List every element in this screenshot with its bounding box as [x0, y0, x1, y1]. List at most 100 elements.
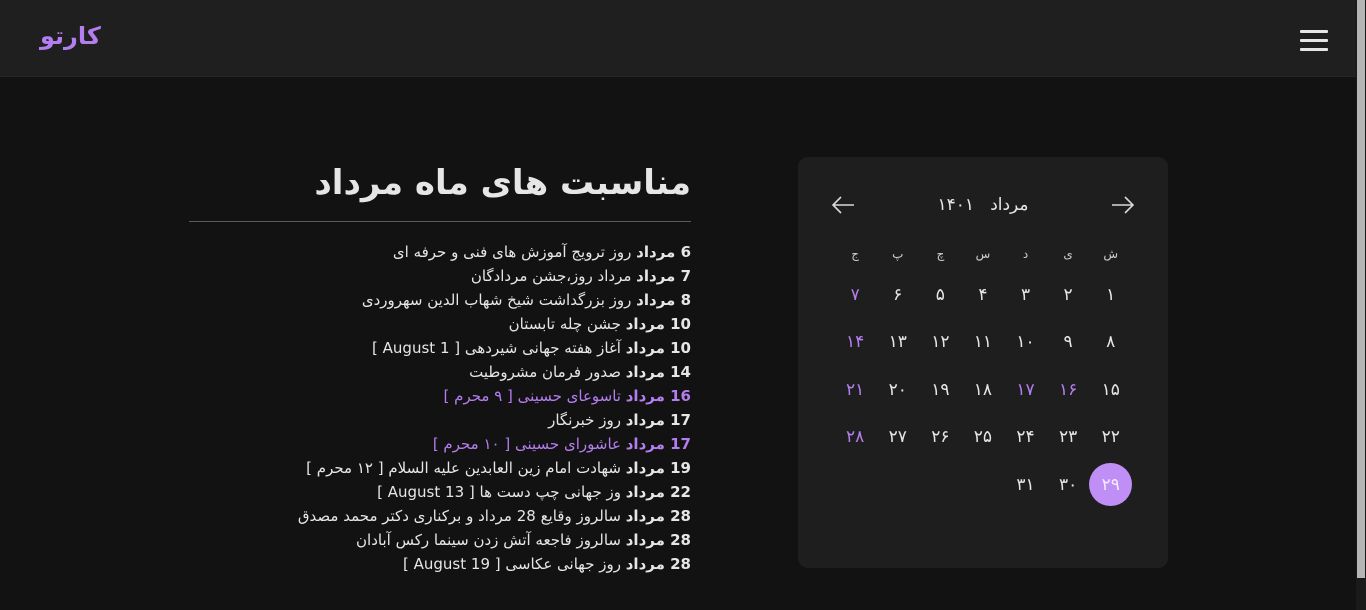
- calendar-day-number: ۵: [935, 284, 945, 305]
- calendar-day-number: ۱۷: [1016, 379, 1035, 400]
- event-item: 16 مرداد تاسوعای حسینی [ ۹ محرم ]: [189, 384, 691, 408]
- calendar-day[interactable]: ۵: [919, 271, 962, 319]
- calendar-day[interactable]: ۲۸: [834, 414, 877, 462]
- event-item: 7 مرداد مرداد روز،جشن مردادگان: [189, 264, 691, 288]
- calendar-day[interactable]: ۳: [1004, 271, 1047, 319]
- calendar-day[interactable]: ۲۳: [1047, 414, 1090, 462]
- calendar-month: مرداد: [990, 195, 1029, 215]
- calendar-day-number: ۲۴: [1016, 427, 1035, 448]
- calendar-day-number: ۱۲: [931, 332, 950, 353]
- calendar-day[interactable]: ۱۱: [962, 319, 1005, 367]
- event-text: روز خبرنگار: [548, 411, 626, 429]
- event-text: روز جهانی عکاسی [ 19 August ]: [403, 555, 626, 573]
- event-text: مرداد روز،جشن مردادگان: [470, 267, 637, 285]
- calendar-day[interactable]: ۱۷: [1004, 366, 1047, 414]
- scrollbar-thumb[interactable]: [1357, 0, 1365, 578]
- event-item: 19 مرداد شهادت امام زین العابدین علیه ال…: [189, 456, 691, 480]
- calendar-day[interactable]: ۳۱: [1004, 461, 1047, 509]
- hamburger-menu-icon[interactable]: [1300, 30, 1328, 52]
- event-item: 10 مرداد جشن چله تابستان: [189, 312, 691, 336]
- weekday-label: ش: [1103, 247, 1119, 261]
- arrow-right-icon[interactable]: [1110, 193, 1136, 217]
- event-text: سالروز فاجعه آتش زدن سینما رکس آبادان: [356, 531, 626, 549]
- event-text: تاسوعای حسینی [ ۹ محرم ]: [443, 387, 626, 405]
- calendar-day-number: ۱۹: [931, 379, 950, 400]
- calendar-day[interactable]: ۱۲: [919, 319, 962, 367]
- calendar-day[interactable]: ۶: [876, 271, 919, 319]
- weekday-label: پ: [892, 247, 904, 261]
- calendar-day-number: ۱۱: [973, 332, 993, 353]
- empty-day-cell: [962, 461, 1005, 509]
- calendar-day[interactable]: ۱۴: [834, 319, 877, 367]
- event-date: 17 مرداد: [625, 411, 691, 429]
- calendar-day[interactable]: ۱: [1089, 271, 1132, 319]
- event-item: 6 مرداد روز ترویج آموزش های فنی و حرفه ا…: [189, 240, 691, 264]
- calendar-day[interactable]: ۲۰: [876, 366, 919, 414]
- calendar-day-number: ۲۱: [846, 379, 865, 400]
- calendar-year: ۱۴۰۱: [937, 195, 974, 215]
- calendar-grid: ش ی د س چ پ ج ۱ ۲ ۳ ۴ ۵ ۶ ۷ ۸ ۹ ۱۰ ۱۱ ۱۲ ۱۳ ۱۴ ۱۵ ۱۶ ۱۷ ۱۸ ۱۹ ۲۰ ۲۱…: [832, 237, 1132, 509]
- event-item: 28 مرداد سالروز وقایع 28 مرداد و برکناری…: [189, 504, 691, 528]
- event-date: 10 مرداد: [625, 339, 691, 357]
- event-item: 28 مرداد سالروز فاجعه آتش زدن سینما رکس …: [189, 528, 691, 552]
- calendar-day[interactable]: ۱۰: [1004, 319, 1047, 367]
- event-text: سالروز وقایع 28 مرداد و برکناری دکتر محم…: [297, 507, 626, 525]
- calendar-day-number: ۲۰: [888, 379, 907, 400]
- calendar-day-number: ۱۳: [888, 332, 907, 353]
- calendar-header: مرداد ۱۴۰۱: [798, 193, 1168, 217]
- weekday-label: د: [1022, 247, 1029, 261]
- calendar-day[interactable]: ۳۰: [1047, 461, 1090, 509]
- calendar-day[interactable]: ۱۸: [962, 366, 1005, 414]
- weekday-label: ی: [1063, 247, 1073, 261]
- calendar-day-number: ۱۸: [973, 379, 993, 400]
- event-text: شهادت امام زین العابدین علیه السلام [ ۱۲…: [306, 459, 626, 477]
- weekday-label: چ: [936, 247, 945, 261]
- event-item: 17 مرداد روز خبرنگار: [189, 408, 691, 432]
- calendar-day-number: ۲۷: [888, 427, 907, 448]
- event-date: 17 مرداد: [625, 435, 691, 453]
- calendar-day[interactable]: ۲۷: [876, 414, 919, 462]
- calendar-day-number: ۲۸: [846, 427, 865, 448]
- calendar-day-number: ۱۴: [846, 332, 865, 353]
- events-title: مناسبت های ماه مرداد: [189, 160, 691, 222]
- calendar-day-number: ۲۳: [1058, 427, 1078, 448]
- calendar-day[interactable]: ۷: [834, 271, 877, 319]
- calendar-day-number: ۴: [978, 284, 988, 305]
- calendar-day[interactable]: ۲۴: [1004, 414, 1047, 462]
- calendar-day-number: ۸: [1106, 332, 1116, 353]
- event-text: وز جهانی چپ دست ها [ 13 August ]: [377, 483, 626, 501]
- site-logo[interactable]: کارتو: [40, 22, 101, 50]
- calendar-day[interactable]: ۲۶: [919, 414, 962, 462]
- empty-day-cell: [876, 461, 919, 509]
- event-date: 19 مرداد: [625, 459, 691, 477]
- calendar-day[interactable]: ۹: [1047, 319, 1090, 367]
- empty-day-cell: [834, 461, 877, 509]
- calendar-day-number: ۹: [1063, 332, 1073, 353]
- calendar-day-number: ۲۵: [973, 427, 993, 448]
- event-item: 17 مرداد عاشورای حسینی [ ۱۰ محرم ]: [189, 432, 691, 456]
- event-date: 28 مرداد: [625, 531, 691, 549]
- calendar-day[interactable]: ۱۶: [1047, 366, 1090, 414]
- calendar-day[interactable]: ۱۵: [1089, 366, 1132, 414]
- calendar-day[interactable]: ۸: [1089, 319, 1132, 367]
- event-item: 22 مرداد وز جهانی چپ دست ها [ 13 August …: [189, 480, 691, 504]
- calendar-day[interactable]: ۱۳: [876, 319, 919, 367]
- calendar-day-number: ۳: [1020, 284, 1031, 305]
- top-navbar: کارتو: [0, 0, 1356, 77]
- calendar-day[interactable]: ۲۵: [962, 414, 1005, 462]
- calendar-day[interactable]: ۱۹: [919, 366, 962, 414]
- event-item: 8 مرداد روز بزرگداشت شیخ شهاب الدین سهرو…: [189, 288, 691, 312]
- event-date: 16 مرداد: [625, 387, 691, 405]
- calendar-day[interactable]: ۲۹: [1089, 461, 1132, 509]
- calendar-day[interactable]: ۴: [962, 271, 1005, 319]
- calendar-day[interactable]: ۲۲: [1089, 414, 1132, 462]
- events-list: 6 مرداد روز ترویج آموزش های فنی و حرفه ا…: [189, 240, 691, 576]
- event-item: 10 مرداد آغاز هفته جهانی شیردهی [ 1 Augu…: [189, 336, 691, 360]
- page-scrollbar[interactable]: [1356, 0, 1366, 610]
- calendar-day-number: ۷: [850, 284, 860, 305]
- calendar-day[interactable]: ۲: [1047, 271, 1090, 319]
- event-date: 28 مرداد: [625, 507, 691, 525]
- calendar-day-number: ۲۲: [1101, 427, 1120, 448]
- calendar-day-number: ۱۵: [1101, 379, 1120, 400]
- calendar-day[interactable]: ۲۱: [834, 366, 877, 414]
